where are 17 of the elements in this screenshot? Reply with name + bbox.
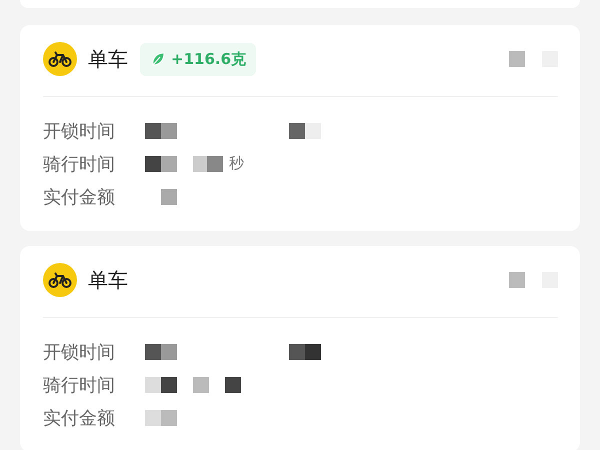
field-value: 秒	[229, 154, 244, 173]
trip-title: 单车	[88, 46, 128, 72]
mosaic-block	[509, 51, 525, 67]
trip-card[interactable]: 单车 +116.6克 开锁时间 骑行时间 秒 实付金额	[20, 25, 580, 231]
bicycle-icon	[43, 263, 77, 297]
carbon-amount: +116.6克	[171, 50, 246, 68]
bicycle-icon	[43, 42, 77, 76]
field-label: 实付金额	[43, 406, 116, 430]
field-label: 骑行时间	[43, 152, 116, 176]
trip-card[interactable]: 单车 开锁时间 骑行时间 实付金额	[20, 246, 580, 450]
field-label: 开锁时间	[43, 120, 116, 142]
trip-title: 单车	[88, 266, 128, 294]
mosaic-block	[509, 272, 525, 288]
field-label: 开锁时间	[43, 340, 116, 364]
field-label: 实付金额	[43, 186, 116, 208]
leaf-icon	[150, 51, 166, 67]
field-label: 骑行时间	[43, 374, 116, 396]
